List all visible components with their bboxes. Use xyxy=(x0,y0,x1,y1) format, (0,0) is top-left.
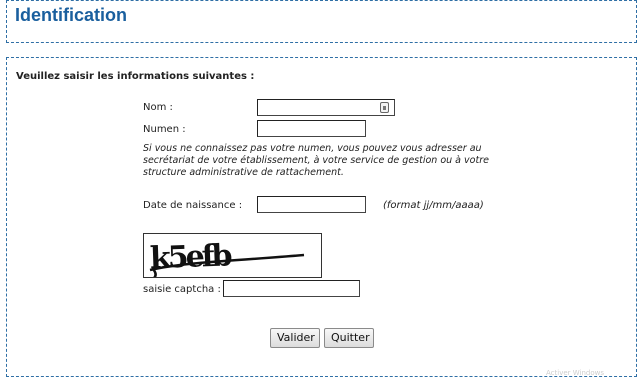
form-heading: Veuillez saisir les informations suivant… xyxy=(16,71,255,82)
validate-button[interactable]: Valider xyxy=(270,328,320,348)
captcha-label: saisie captcha : xyxy=(143,284,221,295)
captcha-input[interactable] xyxy=(223,280,360,297)
windows-activation-watermark: Activer Windows xyxy=(546,369,605,377)
nom-label: Nom : xyxy=(143,102,173,113)
key-icon[interactable] xyxy=(380,102,389,113)
dob-input[interactable] xyxy=(257,196,366,213)
numen-help-text: Si vous ne connaissez pas votre numen, v… xyxy=(143,143,489,178)
page-title: Identification xyxy=(15,5,127,25)
dob-label: Date de naissance : xyxy=(143,200,243,211)
quit-button[interactable]: Quitter xyxy=(324,328,374,348)
captcha-graphic: k5efb xyxy=(149,238,305,279)
captcha-image: k5efb xyxy=(143,233,322,279)
numen-label: Numen : xyxy=(143,124,186,135)
captcha-glyphs: k5efb xyxy=(149,238,232,276)
dob-format-hint: (format jj/mm/aaaa) xyxy=(383,200,484,211)
numen-input[interactable] xyxy=(257,120,366,137)
nom-input[interactable] xyxy=(257,99,395,116)
